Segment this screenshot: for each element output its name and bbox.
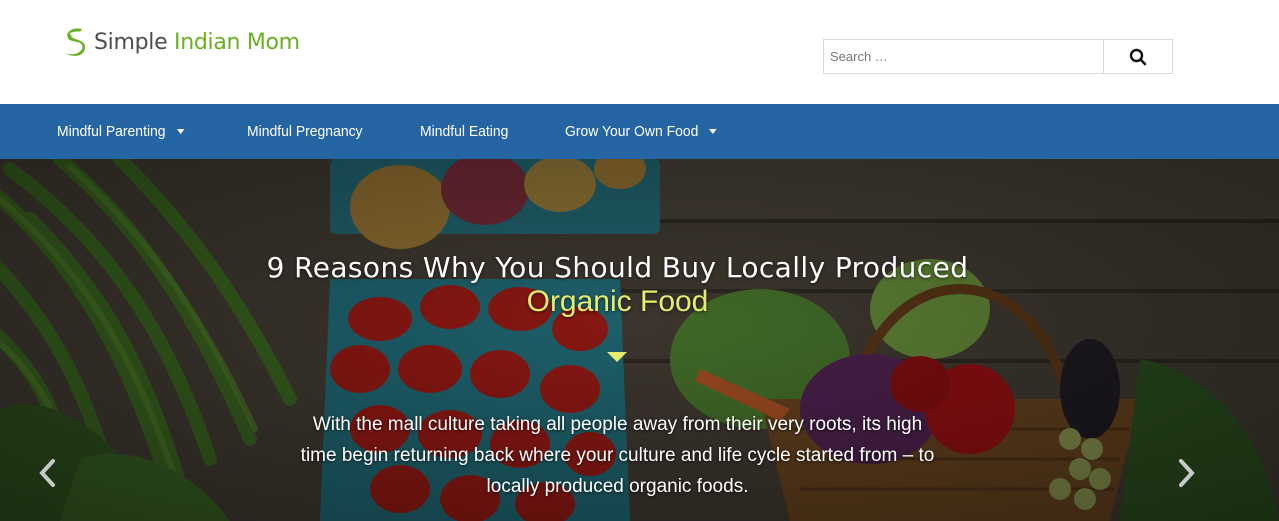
hero-description: With the mall culture taking all people … [300,414,935,497]
logo-word-simple: Simple [94,29,175,55]
leaf-s-logo-icon [66,28,86,56]
search-icon [1129,48,1147,65]
nav-label: Grow Your Own Food [565,123,699,140]
chevron-left-icon [39,459,55,487]
nav-label: Mindful Eating [420,123,509,140]
hero-title-highlight[interactable]: Organic Food [0,285,1235,319]
caret-down-icon [176,129,185,134]
slider-next-button[interactable] [1172,455,1202,491]
logo-word-indian-mom: Indian Mom [174,29,300,55]
search-button[interactable] [1103,39,1173,74]
nav-item-mindful-eating[interactable]: Mindful Eating [420,104,508,159]
main-navigation: Mindful Parenting Mindful Pregnancy Mind… [0,104,1279,159]
logo-text: Simple Indian Mom [94,30,300,55]
nav-label: Mindful Parenting [57,123,166,140]
nav-item-mindful-pregnancy[interactable]: Mindful Pregnancy [247,104,363,159]
triangle-down-icon [607,352,627,362]
nav-label: Mindful Pregnancy [247,123,363,140]
slider-prev-button[interactable] [32,455,62,491]
hero-slider: 9 Reasons Why You Should Buy Locally Pro… [0,159,1279,521]
site-header: Simple Indian Mom [0,0,1279,104]
chevron-right-icon [1179,459,1195,487]
nav-item-mindful-parenting[interactable]: Mindful Parenting [57,104,185,159]
caret-down-icon [709,129,717,134]
hero-title[interactable]: 9 Reasons Why You Should Buy Locally Pro… [0,251,1235,284]
nav-item-grow-your-own-food[interactable]: Grow Your Own Food [565,104,717,159]
search-input[interactable] [823,39,1103,74]
search-form [823,39,1173,74]
site-logo[interactable]: Simple Indian Mom [62,24,300,60]
